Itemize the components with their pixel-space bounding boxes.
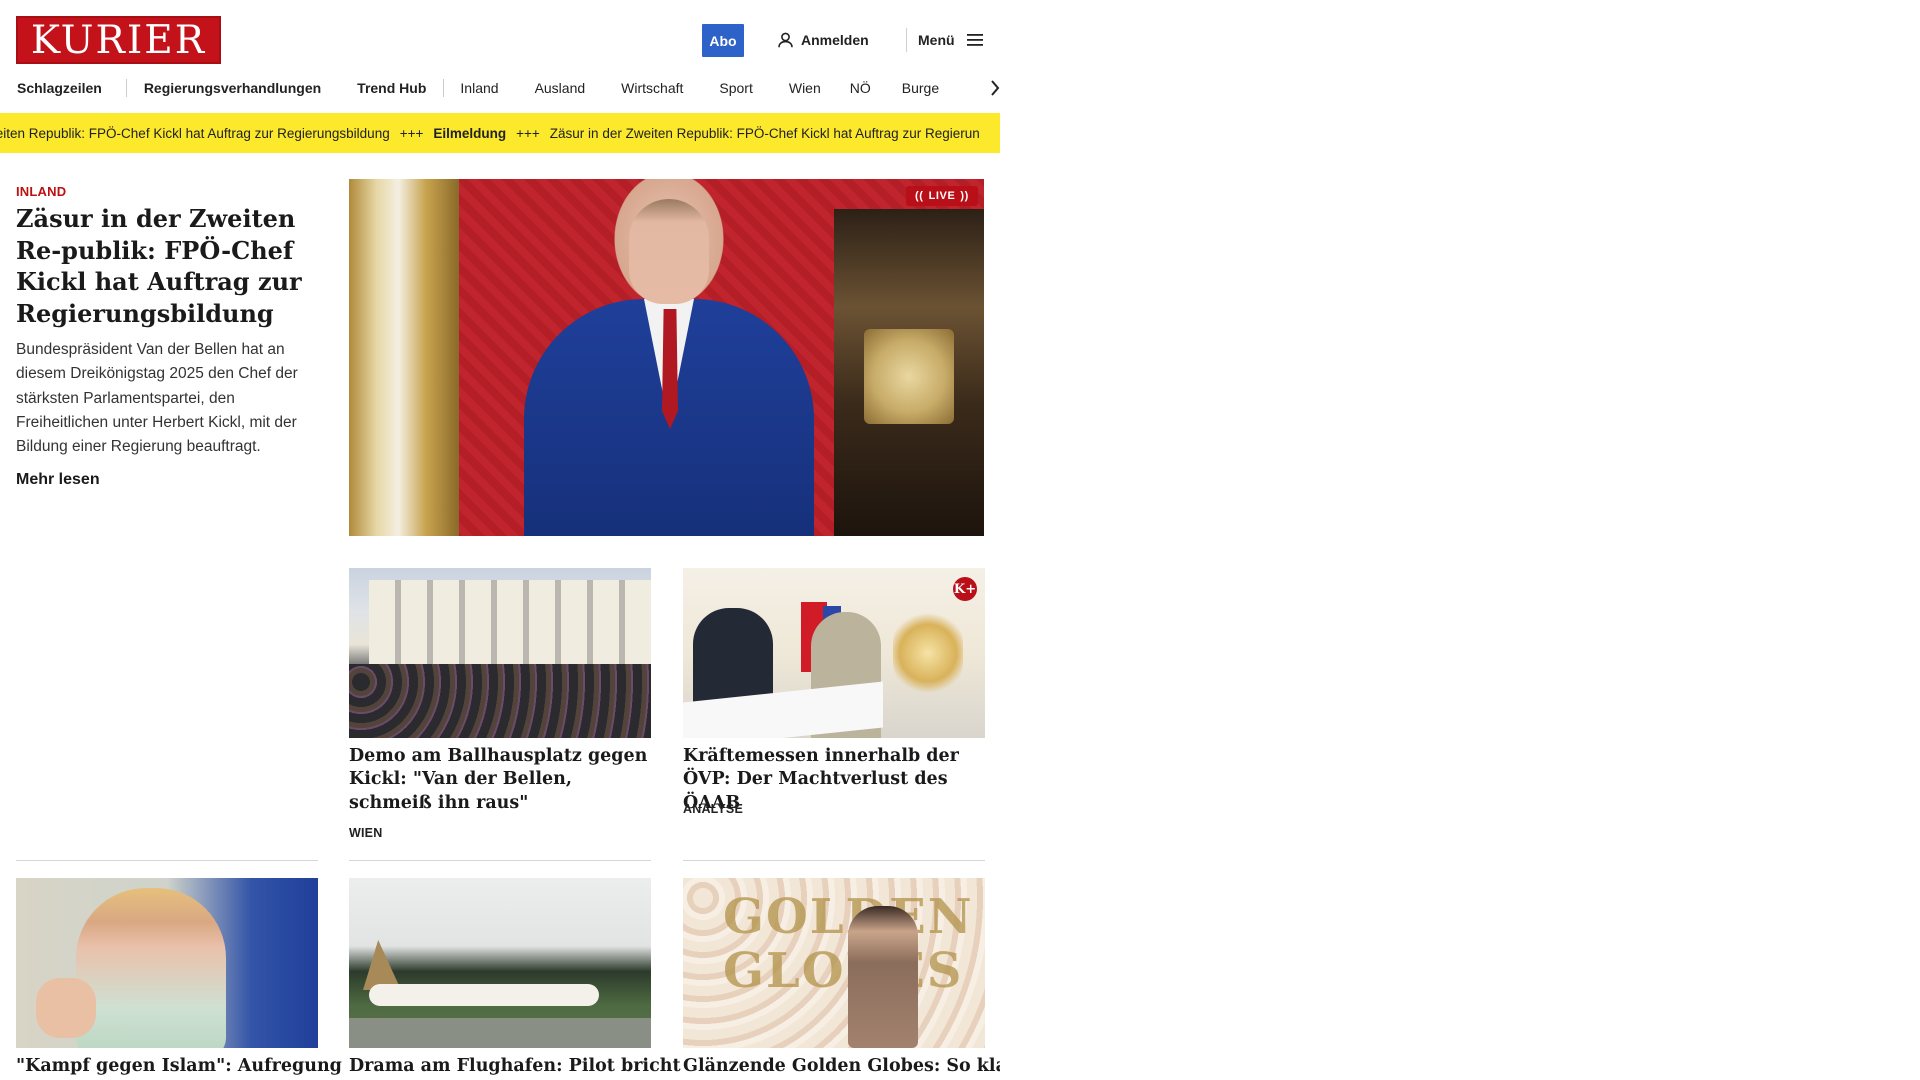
ticker-separator: +++ <box>516 125 540 141</box>
kurier-logo[interactable]: KURIER <box>16 16 221 64</box>
image-detail <box>629 199 709 304</box>
nav-divider <box>125 79 127 97</box>
article-title[interactable]: Glänzende Golden Globes: So klas- <box>683 1055 1000 1078</box>
ticker-text: weiten Republik: FPÖ-Chef Kickl hat Auft… <box>0 125 390 141</box>
lead-teaser: Bundespräsident Van der Bellen hat an di… <box>16 341 298 456</box>
image-detail <box>363 940 401 990</box>
image-detail <box>662 309 678 429</box>
ticker-text: Zäsur in der Zweiten Republik: FPÖ-Chef … <box>549 125 980 141</box>
nav-wien[interactable]: Wien <box>789 80 821 96</box>
ticker-separator: +++ <box>399 125 424 141</box>
article-image-oevp[interactable] <box>683 568 985 738</box>
nav-wirtschaft[interactable]: Wirtschaft <box>621 80 683 96</box>
chevron-right-icon <box>991 80 1000 96</box>
hamburger-icon <box>966 34 983 46</box>
logo-text: KURIER <box>30 17 207 63</box>
ticker-label: Eilmeldung <box>433 125 507 141</box>
nav-ausland[interactable]: Ausland <box>535 80 586 96</box>
article-title[interactable]: "Kampf gegen Islam": Aufregung <box>16 1055 342 1078</box>
live-signal-icon: (( <box>915 190 924 202</box>
login-label: Anmelden <box>801 32 869 48</box>
article-title[interactable]: Demo am Ballhausplatz gegen Kickl: "Van … <box>349 745 654 815</box>
divider <box>349 860 651 861</box>
lead-kicker[interactable]: INLAND <box>16 184 66 199</box>
live-signal-icon: )) <box>960 190 969 202</box>
nav-sport[interactable]: Sport <box>719 80 752 96</box>
image-detail <box>834 209 984 536</box>
breaking-news-ticker[interactable]: weiten Republik: FPÖ-Chef Kickl hat Auft… <box>0 113 1000 153</box>
article-image-airport[interactable] <box>349 878 651 1048</box>
image-detail <box>76 888 226 1048</box>
header-divider <box>906 28 907 52</box>
nav-burgenland[interactable]: Burge <box>902 80 939 96</box>
menu-button[interactable]: Menü <box>918 28 983 52</box>
image-detail <box>893 608 963 698</box>
article-image-islam[interactable] <box>16 878 318 1048</box>
user-icon <box>778 32 793 48</box>
nav-trend-hub[interactable]: Trend Hub <box>357 80 426 96</box>
lead-title-link[interactable]: Zäsur in der Zweiten Re-publik: FPÖ-Chef… <box>16 203 316 329</box>
main-nav: Schlagzeilen Regierungsverhandlungen Tre… <box>0 76 1000 100</box>
live-badge: (( LIVE )) <box>906 186 978 206</box>
nav-inland[interactable]: Inland <box>460 80 498 96</box>
article-tag[interactable]: WIEN <box>349 826 382 840</box>
article-title[interactable]: Drama am Flughafen: Pilot bricht <box>349 1055 681 1078</box>
live-label: LIVE <box>928 190 956 202</box>
page: KURIER Abo Anmelden Menü Schlagzeilen Re… <box>0 0 1000 1080</box>
abo-button[interactable]: Abo <box>702 24 744 57</box>
login-button[interactable]: Anmelden <box>778 28 869 52</box>
divider <box>683 860 985 861</box>
lead-image[interactable] <box>349 179 984 536</box>
read-more-link[interactable]: Mehr lesen <box>16 471 100 489</box>
image-detail <box>349 179 459 536</box>
article-tag[interactable]: ANALYSE <box>683 802 743 816</box>
kplus-premium-badge: K+ <box>953 577 977 601</box>
image-detail <box>36 978 96 1038</box>
nav-divider <box>443 79 445 97</box>
image-detail <box>864 329 954 424</box>
image-detail <box>349 1018 651 1048</box>
nav-regierungsverhandlungen[interactable]: Regierungsverhandlungen <box>144 80 321 96</box>
nav-noe[interactable]: NÖ <box>850 80 871 96</box>
image-detail <box>369 580 651 675</box>
menu-label: Menü <box>918 32 955 48</box>
divider <box>16 860 318 861</box>
image-detail <box>349 664 651 738</box>
image-detail <box>369 984 599 1006</box>
image-detail <box>848 906 918 1048</box>
nav-schlagzeilen[interactable]: Schlagzeilen <box>17 80 102 96</box>
nav-scroll-right-button[interactable] <box>970 76 1000 100</box>
article-image-demo[interactable] <box>349 568 651 738</box>
article-image-golden-globes[interactable]: GOLDEN GLOBES <box>683 878 985 1048</box>
